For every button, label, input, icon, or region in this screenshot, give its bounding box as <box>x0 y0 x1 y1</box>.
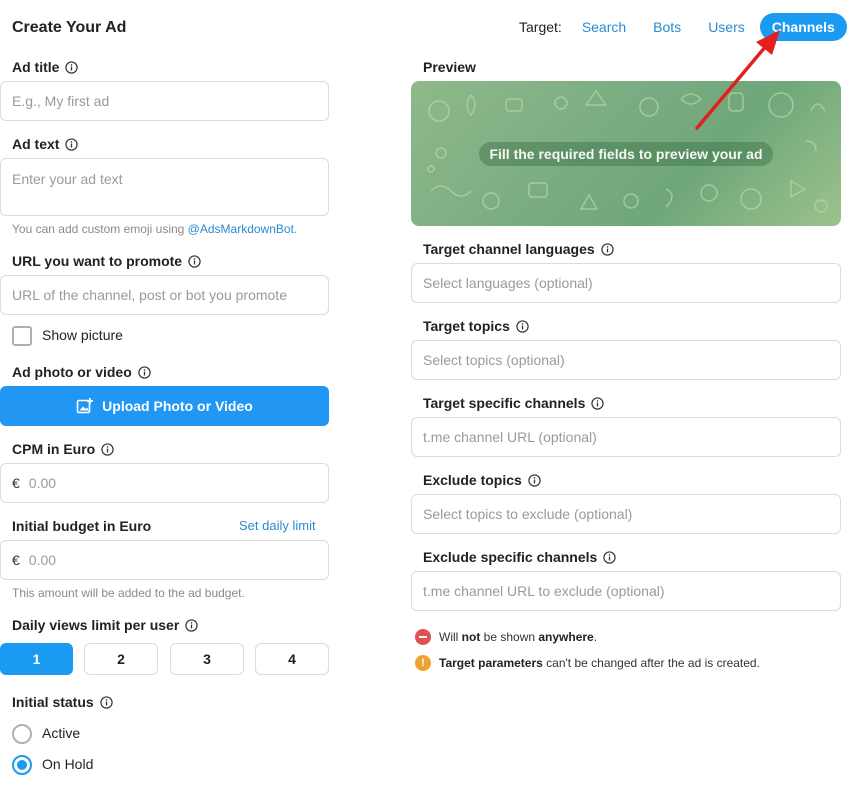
visibility-note: Will not be shown anywhere. <box>415 629 597 645</box>
ad-text-label: Ad text <box>12 136 79 152</box>
tab-search[interactable]: Search <box>582 13 626 41</box>
info-icon[interactable] <box>101 442 114 456</box>
add-photo-icon <box>76 397 94 415</box>
cpm-label: CPM in Euro <box>12 441 114 457</box>
budget-input[interactable]: € 0.00 <box>0 540 329 580</box>
preview-label: Preview <box>423 59 476 75</box>
info-icon[interactable] <box>65 137 79 151</box>
no-entry-icon <box>415 629 431 645</box>
currency-symbol: € <box>12 475 20 491</box>
currency-symbol: € <box>12 552 20 568</box>
budget-hint: This amount will be added to the ad budg… <box>12 586 245 600</box>
ad-media-label: Ad photo or video <box>12 364 151 380</box>
exclude-topics-select[interactable]: Select topics to exclude (optional) <box>411 494 841 534</box>
target-label: Target: <box>519 19 562 35</box>
target-topics-label: Target topics <box>423 318 529 334</box>
target-channels-input[interactable]: t.me channel URL (optional) <box>411 417 841 457</box>
tab-users[interactable]: Users <box>708 13 745 41</box>
info-icon[interactable] <box>65 60 79 74</box>
daily-views-option-3[interactable]: 3 <box>170 643 244 675</box>
exclude-topics-label: Exclude topics <box>423 472 541 488</box>
status-on-hold-radio[interactable] <box>12 755 32 775</box>
status-active-radio[interactable] <box>12 724 32 744</box>
ad-title-input[interactable]: E.g., My first ad <box>0 81 329 121</box>
budget-label: Initial budget in Euro <box>12 518 152 534</box>
info-icon[interactable] <box>138 365 151 379</box>
exclude-channels-input[interactable]: t.me channel URL to exclude (optional) <box>411 571 841 611</box>
ad-title-label: Ad title <box>12 59 79 75</box>
info-icon[interactable] <box>185 618 198 632</box>
daily-views-option-1[interactable]: 1 <box>0 643 73 675</box>
set-daily-limit-link[interactable]: Set daily limit <box>239 518 316 533</box>
info-icon[interactable] <box>603 550 616 564</box>
status-active-label[interactable]: Active <box>42 725 80 741</box>
info-icon[interactable] <box>600 242 614 256</box>
page-title: Create Your Ad <box>12 19 127 36</box>
ads-markdown-bot-link[interactable]: @AdsMarkdownBot <box>188 222 294 236</box>
exclude-channels-label: Exclude specific channels <box>423 549 616 565</box>
info-icon[interactable] <box>591 396 605 410</box>
url-label: URL you want to promote <box>12 253 201 269</box>
daily-views-option-4[interactable]: 4 <box>255 643 329 675</box>
warning-icon: ! <box>415 655 431 671</box>
target-languages-select[interactable]: Select languages (optional) <box>411 263 841 303</box>
info-icon[interactable] <box>516 319 529 333</box>
url-input[interactable]: URL of the channel, post or bot you prom… <box>0 275 329 315</box>
cpm-input[interactable]: € 0.00 <box>0 463 329 503</box>
visibility-note-text: Will not be shown anywhere. <box>439 630 598 644</box>
info-icon[interactable] <box>100 695 113 709</box>
daily-views-option-2[interactable]: 2 <box>84 643 158 675</box>
preview-placeholder-message: Fill the required fields to preview your… <box>479 141 773 166</box>
show-picture-checkbox[interactable] <box>12 326 32 346</box>
info-icon[interactable] <box>188 254 201 268</box>
target-languages-label: Target channel languages <box>423 241 614 257</box>
target-channels-label: Target specific channels <box>423 395 605 411</box>
upload-photo-video-button[interactable]: Upload Photo or Video <box>0 386 329 426</box>
ad-text-input[interactable]: Enter your ad text <box>0 158 329 216</box>
ad-text-hint: You can add custom emoji using @AdsMarkd… <box>12 222 298 236</box>
parameters-note-text: Target parameters can't be changed after… <box>439 656 760 670</box>
status-on-hold-label[interactable]: On Hold <box>42 756 93 772</box>
tab-channels[interactable]: Channels <box>759 13 847 41</box>
target-tabs: Target: Search Bots Users Channels <box>519 13 847 41</box>
ad-preview: Fill the required fields to preview your… <box>411 81 841 226</box>
show-picture-label[interactable]: Show picture <box>42 327 123 343</box>
daily-views-label: Daily views limit per user <box>12 617 198 633</box>
tab-bots[interactable]: Bots <box>653 13 681 41</box>
info-icon[interactable] <box>528 473 541 487</box>
parameters-note: ! Target parameters can't be changed aft… <box>415 655 760 671</box>
initial-status-label: Initial status <box>12 694 113 710</box>
target-topics-select[interactable]: Select topics (optional) <box>411 340 841 380</box>
